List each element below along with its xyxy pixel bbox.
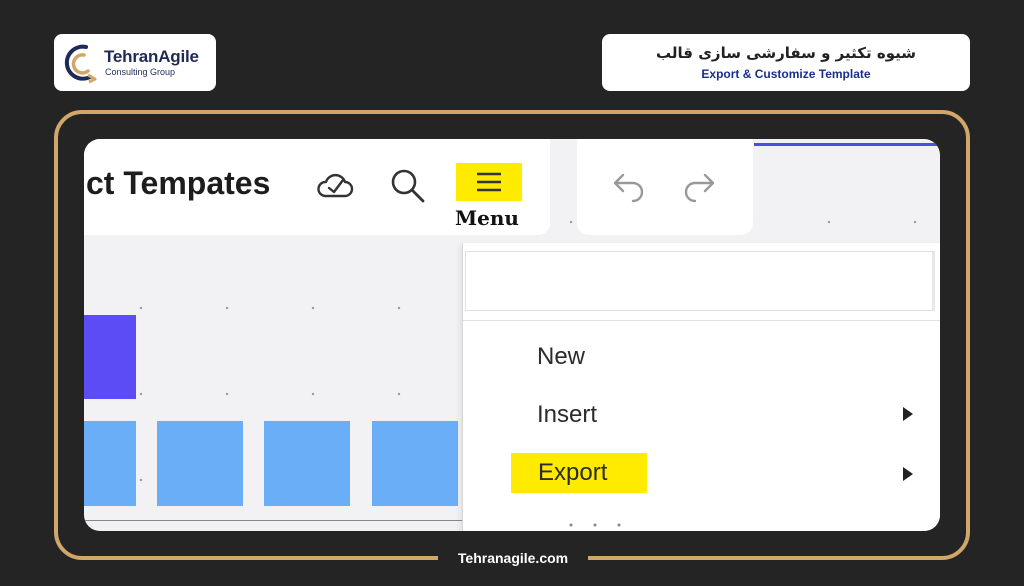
title-english: Export & Customize Template xyxy=(701,67,871,81)
title-card: شیوه تکثیر و سفارشی سازی قالب Export & C… xyxy=(602,34,970,91)
menu-caption: Menu xyxy=(455,206,519,230)
submenu-arrow-icon xyxy=(903,407,913,421)
board-title[interactable]: ct Tempates xyxy=(86,165,270,202)
undo-redo-toolbar xyxy=(577,139,753,235)
main-menu-dropdown: New Insert Export xyxy=(462,243,940,531)
sticky-note-blue[interactable] xyxy=(372,421,458,506)
title-persian: شیوه تکثیر و سفارشی سازی قالب xyxy=(656,44,916,62)
cloud-check-icon[interactable] xyxy=(315,170,355,202)
redo-icon[interactable] xyxy=(681,169,721,203)
submenu-arrow-icon xyxy=(903,467,913,481)
tehranagile-logo-icon xyxy=(64,44,97,83)
hamburger-menu-button[interactable] xyxy=(456,163,522,201)
ellipsis-icon xyxy=(569,523,621,527)
selection-line xyxy=(754,143,940,146)
logo-card: TehranAgile Consulting Group xyxy=(54,34,216,91)
menu-search-input[interactable] xyxy=(465,251,935,311)
menu-divider xyxy=(463,320,940,321)
menu-item-new[interactable]: New xyxy=(537,343,585,371)
sticky-note-blue[interactable] xyxy=(157,421,243,506)
logo-subtitle: Consulting Group xyxy=(105,67,176,77)
top-toolbar: ct Tempates Menu xyxy=(84,139,550,235)
frame-edge-line xyxy=(84,520,464,521)
sticky-note-purple[interactable] xyxy=(84,315,136,399)
menu-item-insert[interactable]: Insert xyxy=(537,401,597,429)
undo-icon[interactable] xyxy=(607,169,647,203)
footer-site-label: Tehranagile.com xyxy=(438,546,588,570)
sticky-note-blue[interactable] xyxy=(264,421,350,506)
search-icon[interactable] xyxy=(389,167,427,205)
sticky-note-blue[interactable] xyxy=(84,421,136,506)
menu-item-export[interactable]: Export xyxy=(511,453,647,493)
logo-name: TehranAgile xyxy=(104,47,199,66)
app-screenshot: ct Tempates Menu New Insert Export xyxy=(84,139,940,531)
hamburger-menu-icon xyxy=(477,172,501,192)
